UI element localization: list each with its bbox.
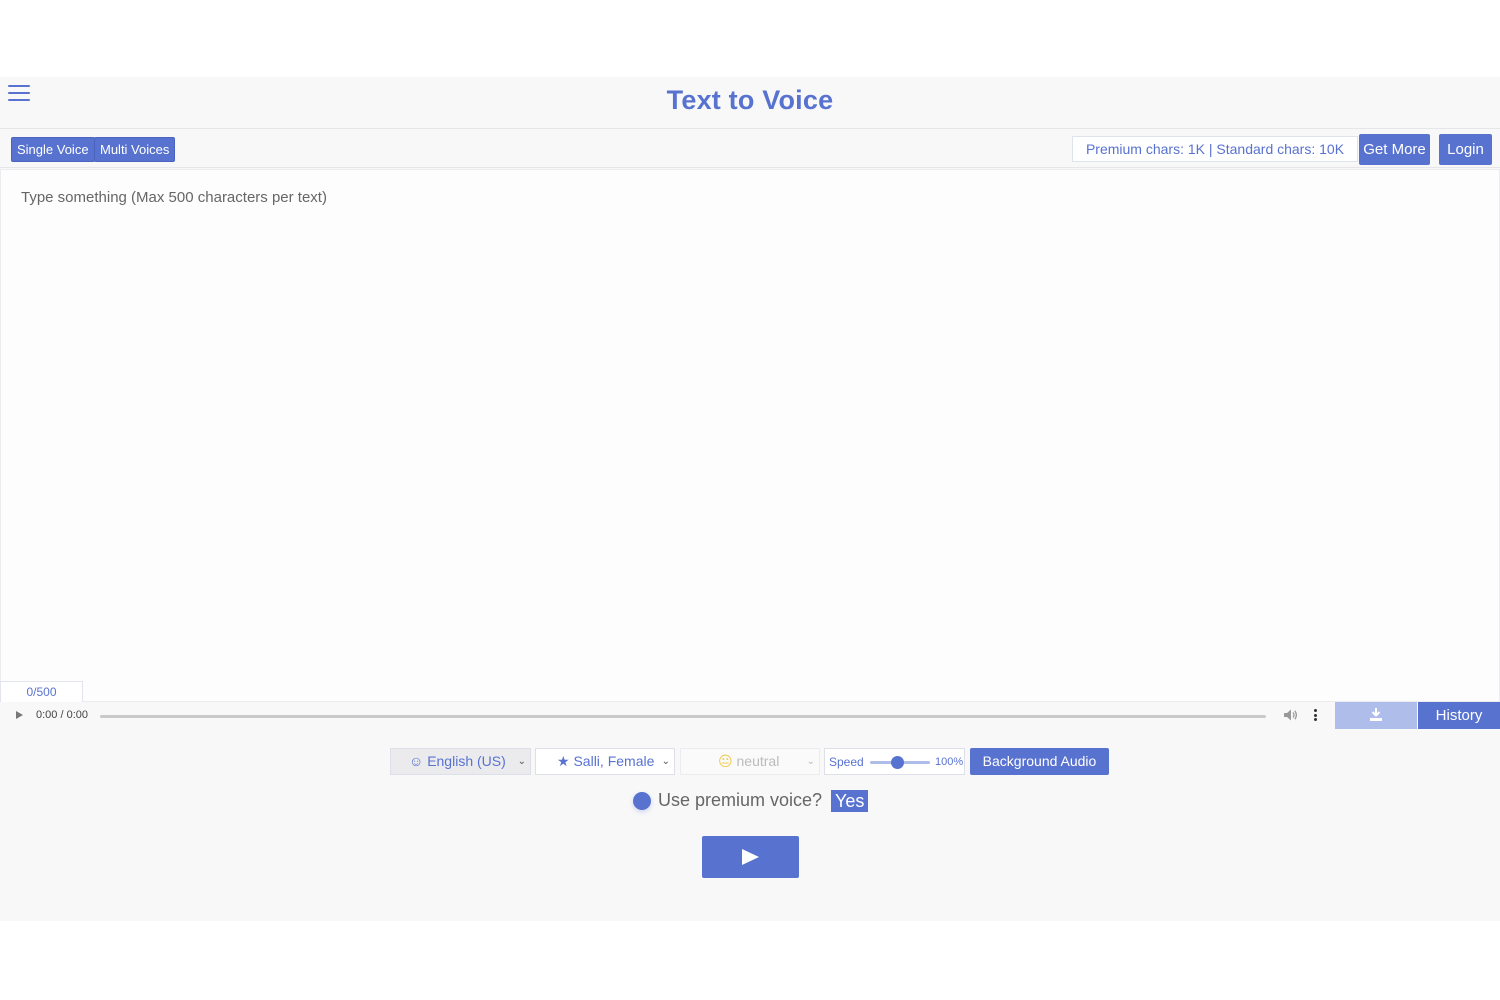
premium-voice-label: Use premium voice? <box>658 790 823 810</box>
login-button[interactable]: Login <box>1439 134 1492 165</box>
page-title: Text to Voice <box>666 85 834 115</box>
mood-select[interactable]: 😐 neutral ⌄ <box>680 748 820 775</box>
play-icon <box>742 849 759 865</box>
speed-control: Speed 100% <box>824 748 965 775</box>
single-voice-button[interactable]: Single Voice <box>11 137 95 162</box>
voice-value: Salli, Female <box>573 753 655 769</box>
premium-voice-row: Use premium voice? Yes <box>0 789 1500 813</box>
chevron-down-icon: ⌄ <box>806 756 815 767</box>
play-icon[interactable] <box>16 711 23 719</box>
audio-time: 0:00 / 0:00 <box>36 709 88 721</box>
speed-slider[interactable] <box>870 756 930 769</box>
premium-radio[interactable] <box>633 792 651 810</box>
chevron-down-icon: ⌄ <box>517 756 526 767</box>
voice-select[interactable]: ★ Salli, Female ⌄ <box>535 748 675 775</box>
history-button[interactable]: History <box>1418 702 1500 729</box>
play-button[interactable] <box>702 836 799 878</box>
speed-label: Speed <box>829 755 864 769</box>
background-audio-button[interactable]: Background Audio <box>970 748 1109 775</box>
speed-value: 100% <box>935 756 964 768</box>
multi-voices-button[interactable]: Multi Voices <box>94 137 176 162</box>
chars-quota-info: Premium chars: 1K | Standard chars: 10K <box>1072 136 1358 162</box>
text-editor <box>0 169 1500 702</box>
volume-icon[interactable] <box>1283 708 1299 722</box>
language-select[interactable]: ☺ English (US) ⌄ <box>390 748 531 775</box>
app-header: Text to Voice <box>0 77 1500 129</box>
get-more-button[interactable]: Get More <box>1359 134 1430 165</box>
speed-slider-thumb[interactable] <box>891 756 904 769</box>
chevron-down-icon: ⌄ <box>661 756 670 767</box>
premium-yes-toggle[interactable]: Yes <box>831 790 869 812</box>
toolbar: Single Voice Multi Voices Premium chars:… <box>0 130 1500 168</box>
mood-value: neutral <box>736 753 780 769</box>
text-input[interactable] <box>1 170 1499 701</box>
neutral-face-icon: 😐 <box>718 753 733 769</box>
audio-player: 0:00 / 0:00 <box>0 702 1334 729</box>
more-vertical-icon[interactable] <box>1312 709 1318 723</box>
language-value: English (US) <box>427 753 506 769</box>
star-icon: ★ <box>557 753 570 769</box>
download-button[interactable] <box>1335 702 1417 729</box>
smiley-icon: ☺ <box>409 753 424 769</box>
app-container: Text to Voice Single Voice Multi Voices … <box>0 77 1500 921</box>
audio-seek-bar[interactable] <box>100 715 1266 718</box>
character-counter: 0/500 <box>0 681 83 702</box>
